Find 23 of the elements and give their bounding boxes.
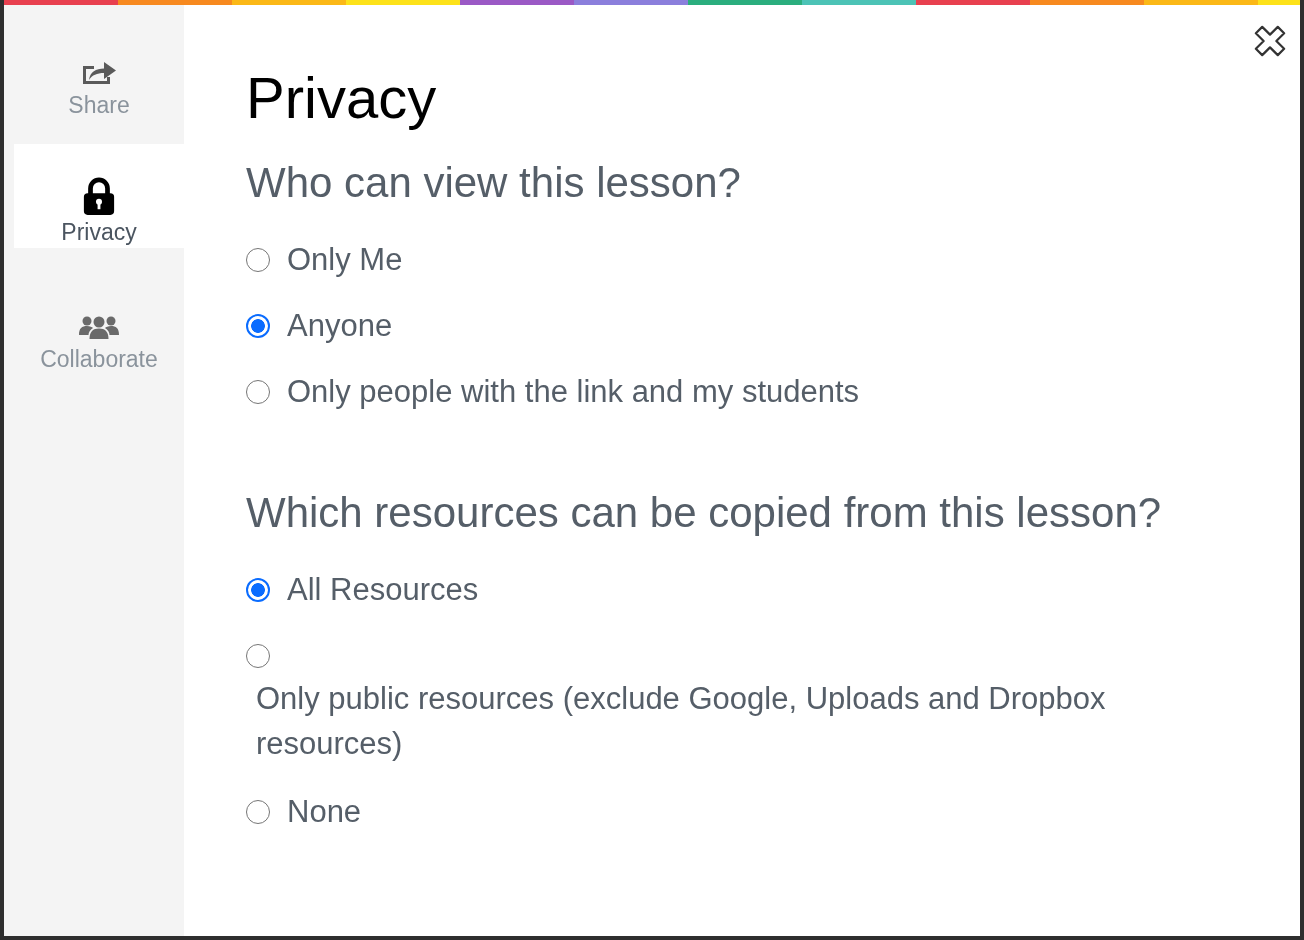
close-icon (1253, 24, 1287, 58)
radio-button[interactable] (246, 578, 270, 602)
sidebar-tab[interactable]: Collaborate (14, 271, 184, 375)
section-heading: Which resources can be copied from this lesson? (246, 488, 1163, 538)
radio-button[interactable] (246, 800, 270, 824)
option-label: Only Me (287, 241, 403, 279)
section-heading: Who can view this lesson? (246, 158, 742, 208)
radio-button[interactable] (246, 248, 270, 272)
radio-button[interactable] (246, 380, 270, 404)
close-button[interactable] (1253, 24, 1287, 58)
radio-button[interactable] (246, 314, 270, 338)
sidebar-tab[interactable]: Privacy (14, 144, 184, 248)
option-label: All Resources (287, 571, 479, 609)
dialog-title: Privacy (246, 64, 438, 132)
people-group-icon (79, 315, 119, 339)
share-icon (81, 59, 117, 85)
radio-button[interactable] (246, 644, 270, 668)
option-label: Only public resources (exclude Google, Uploads and Dropbox resources) (255, 680, 1107, 763)
sidebar-tab[interactable]: Share (14, 17, 184, 121)
option-label: None (287, 793, 362, 831)
option-label: Anyone (287, 307, 393, 345)
option-label: Only people with the link and my students (287, 373, 860, 411)
lock-icon (82, 177, 116, 215)
